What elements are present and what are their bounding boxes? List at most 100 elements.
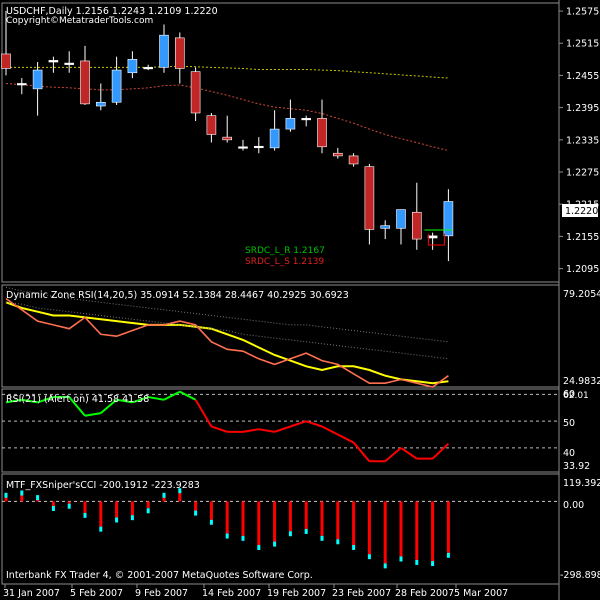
cci-bar [178,492,182,502]
price-tick-label: 1.2455 [566,71,599,82]
price-tick-label: 1.2515 [566,39,599,50]
dz-rsi-min-label: 24.9832 [563,376,600,387]
rsi21-label-min: 33.92 [563,461,590,472]
price-tick-label: 1.2095 [566,264,599,275]
cci-bar [209,501,213,520]
dz-rsi-header: Dynamic Zone RSI(14,20,5) 35.0914 52.138… [6,290,349,301]
time-label: 23 Feb 2007 [332,588,391,599]
cci-bar-tip [352,545,356,551]
cci-bar [51,501,55,506]
cci-bar [288,501,292,532]
cci-bar-tip [67,503,71,509]
cci-bar-tip [51,505,55,511]
rsi21-header: RSI(21) (Alert on) 41.58 41.58 [6,394,149,405]
candle-body [411,211,422,240]
candle-body [222,136,232,141]
price-tick-label: 1.2155 [566,232,599,243]
cci-bar [99,501,103,527]
time-label: 31 Jan 2007 [3,588,60,599]
cci-bar-tip [20,490,24,496]
cci-bar [130,501,134,516]
candle-body [301,118,312,121]
cci-bar [83,501,87,513]
cci-bar [273,501,277,542]
candle [190,67,201,122]
candle-body [317,118,327,148]
price-tick-label: 1.2275 [566,168,599,179]
candle-body [111,69,122,103]
candle-body [96,101,106,107]
candle-body [427,235,438,239]
candle-body [190,71,201,114]
price-tick-label: 1.2575 [566,7,599,18]
candle-body [206,115,217,135]
cci-bar-tip [320,535,324,541]
candle-body [254,145,264,149]
cci-bar [194,501,198,511]
cci-bar-tip [209,519,213,525]
rsi21-label-40: 40 [563,448,575,459]
cci-bar-tip [367,554,371,560]
cci-bar-tip [273,541,277,547]
cci-bar [320,501,324,536]
cci-bar [352,501,356,546]
cci-bar-tip [383,563,387,569]
cci-bar-tip [241,535,245,541]
cci-bar-tip [194,510,198,516]
rsi21-label-60: 60 [563,389,575,400]
price-tick-label: 1.2395 [566,103,599,114]
time-label: 5 Feb 2007 [70,588,123,599]
cci-bar-tip [415,559,419,565]
cci-bar-tip [431,561,435,567]
time-label: 9 Feb 2007 [135,588,188,599]
cci-bar [241,501,245,536]
chart-svg: USDCHF,Daily 1.2156 1.2243 1.2109 1.2220… [0,0,600,600]
terminal-footer: Interbank FX Trader 4, © 2001-2007 MetaQ… [6,570,313,581]
cci-bar [431,501,435,562]
copyright-text: Copyright©MetatraderTools.com [6,16,153,26]
cci-bar-tip [146,508,150,514]
cci-bar [67,501,71,504]
candle-body [443,201,454,237]
cci-min-label: -298.8987 [560,570,600,581]
candle-body [48,60,59,63]
time-label: 14 Feb 2007 [202,588,261,599]
cci-bar [383,501,387,564]
candle-body [332,152,343,157]
cci-bar-tip [304,528,308,534]
cci-bar [304,501,308,529]
candle-body [285,118,296,130]
cci-bar [115,501,119,518]
candle-body [80,60,90,105]
time-label: 28 Feb 2007 [395,588,454,599]
cci-bar-tip [83,512,87,518]
cci-header: MTF_FXSniper'sCCI -200.1912 -223.9283 [6,480,200,491]
current-price-label: 1.2220 [565,206,598,217]
candle-body [348,155,359,165]
cci-bar [336,501,340,540]
cci-bar-tip [288,531,292,537]
cci-bar [225,501,229,534]
cci-bar [146,501,150,509]
cci-bar-tip [115,517,119,523]
candle-body [64,62,74,65]
time-label: 5 Mar 2007 [454,588,508,599]
price-axis: 1.2575 1.2515 1.2455 1.2395 1.2335 1.2275 1.22… [559,7,599,275]
cci-bar-tip [225,533,229,539]
cci-max-label: 119.3927 [563,478,600,489]
cci-bar-tip [257,545,261,551]
cci-bar [20,494,24,502]
cci-bar-tip [130,515,134,521]
dz-rsi-max-label: 79.2054 [563,289,600,300]
candle-body [16,83,27,86]
price-tick-label: 1.2335 [566,135,599,146]
time-label: 19 Feb 2007 [267,588,326,599]
cci-bar-tip [446,552,450,558]
cci-bar [446,501,450,553]
candle-body [269,128,280,149]
cci-bar [415,501,419,560]
cci-bar-tip [399,556,403,562]
candle-body [364,166,375,230]
cci-zero-label: 0.00 [563,500,584,511]
rsi21-label-50: 50 [563,418,575,429]
